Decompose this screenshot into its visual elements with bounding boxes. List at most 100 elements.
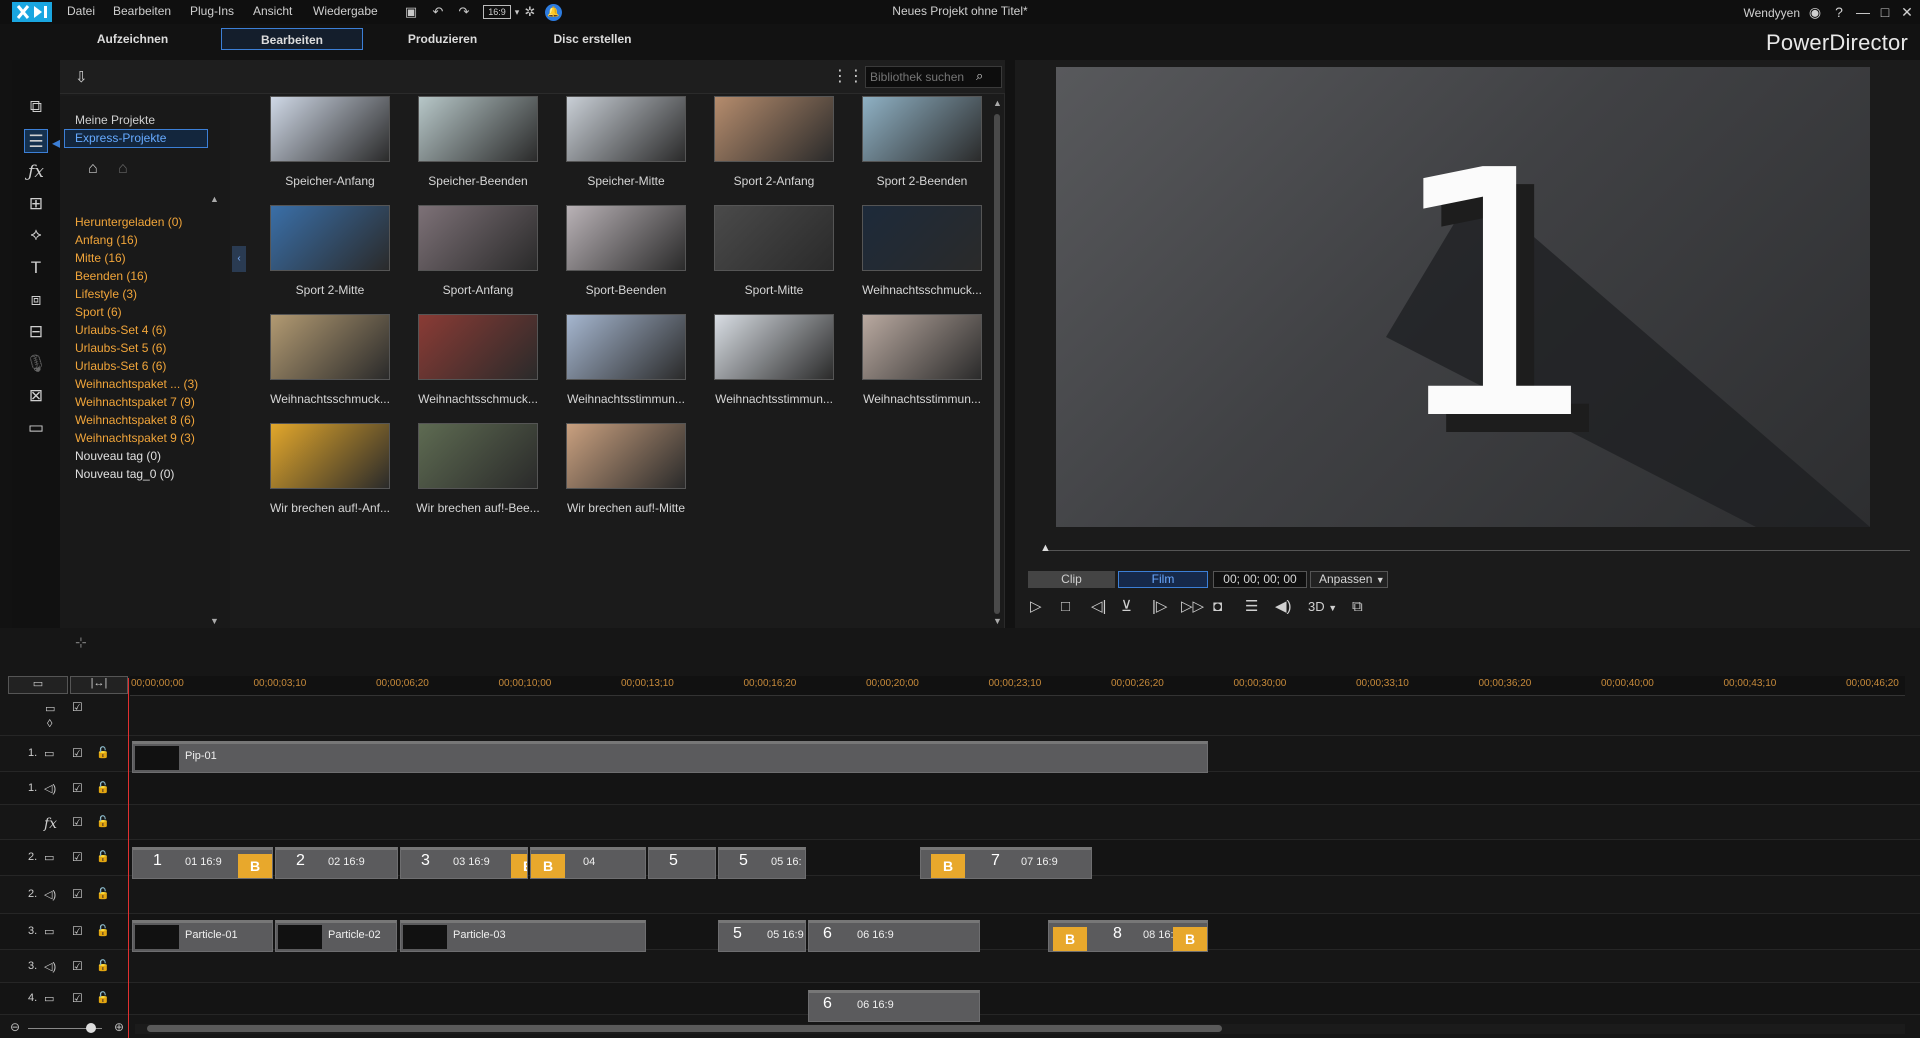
- particle-clip[interactable]: Particle-02: [275, 920, 397, 952]
- save-icon[interactable]: ▣: [403, 4, 419, 20]
- track-enable-checkbox[interactable]: ☑: [72, 781, 83, 795]
- tag-item[interactable]: Sport (6): [75, 305, 122, 319]
- undo-icon[interactable]: ↶: [430, 4, 446, 20]
- library-item[interactable]: Sport 2-Beenden: [850, 96, 994, 201]
- tree-scroll-up-icon[interactable]: ▲: [210, 194, 219, 204]
- tag-item[interactable]: Beenden (16): [75, 269, 148, 283]
- timeline-clip[interactable]: 7 07 16:9 B: [920, 847, 1092, 879]
- tab-bearbeiten[interactable]: Bearbeiten: [221, 28, 363, 50]
- particle-clip[interactable]: Particle-03: [400, 920, 646, 952]
- fit-timeline-icon[interactable]: |↔|: [70, 676, 128, 694]
- marker-icon[interactable]: ◊: [47, 718, 52, 730]
- tag-item[interactable]: Mitte (16): [75, 251, 126, 265]
- lock-icon[interactable]: 🔓: [96, 959, 110, 972]
- particle-room-icon[interactable]: ⟡: [24, 223, 48, 247]
- mode-3d-button[interactable]: 3D ▼: [1308, 598, 1337, 616]
- tag-item[interactable]: Weihnachtspaket 9 (3): [75, 431, 195, 445]
- library-item[interactable]: Weihnachtsschmuck...: [406, 314, 550, 419]
- timeline-clip[interactable]: 5: [648, 847, 716, 879]
- volume-icon[interactable]: ◀): [1275, 598, 1292, 616]
- library-item[interactable]: Wir brechen auf!-Anf...: [258, 423, 402, 528]
- minimize-icon[interactable]: —: [1854, 3, 1872, 21]
- track-enable-checkbox[interactable]: ☑: [72, 887, 83, 901]
- timecode-display[interactable]: 00; 00; 00; 00: [1213, 571, 1307, 588]
- storyboard-toggle-icon[interactable]: ▭: [8, 676, 68, 694]
- track-enable-checkbox[interactable]: ☑: [72, 959, 83, 973]
- tag-item[interactable]: Nouveau tag_0 (0): [75, 467, 174, 481]
- track-enable-checkbox[interactable]: ☑: [72, 991, 83, 1005]
- library-item[interactable]: Sport 2-Mitte: [258, 205, 402, 310]
- title-room-icon[interactable]: T: [24, 256, 48, 280]
- express-project-icon[interactable]: ☰: [24, 129, 48, 153]
- lock-icon[interactable]: 🔓: [96, 887, 110, 900]
- lock-icon[interactable]: 🔓: [96, 781, 110, 794]
- library-item[interactable]: Weihnachtsstimmun...: [702, 314, 846, 419]
- undock-icon[interactable]: ⧉: [1352, 598, 1363, 616]
- tag-item[interactable]: Weihnachtspaket 7 (9): [75, 395, 195, 409]
- tab-produzieren[interactable]: Produzieren: [380, 28, 505, 50]
- tag-item[interactable]: Heruntergeladen (0): [75, 215, 182, 229]
- microphone-icon[interactable]: 🎙: [24, 352, 48, 376]
- timeline-split-handle-icon[interactable]: ⊹: [75, 634, 87, 651]
- snapshot-icon[interactable]: ◘: [1213, 598, 1222, 616]
- lock-icon[interactable]: 🔓: [96, 746, 110, 759]
- library-item[interactable]: Weihnachtsstimmun...: [850, 314, 994, 419]
- add-tag-icon[interactable]: ⌂: [88, 160, 98, 178]
- timeline-scrollbar[interactable]: [135, 1024, 1905, 1034]
- import-icon[interactable]: ⇩: [75, 68, 88, 86]
- lock-icon[interactable]: 🔓: [96, 850, 110, 863]
- track-enable-checkbox[interactable]: ☑: [72, 924, 83, 938]
- stop-icon[interactable]: □: [1061, 598, 1070, 616]
- tab-film[interactable]: Film: [1118, 571, 1208, 588]
- tree-item-meine-projekte[interactable]: Meine Projekte: [75, 113, 225, 127]
- tag-item[interactable]: Anfang (16): [75, 233, 138, 247]
- lock-icon[interactable]: 🔓: [96, 924, 110, 937]
- library-item[interactable]: Weihnachtsschmuck...: [850, 205, 994, 310]
- playhead[interactable]: [128, 678, 129, 1038]
- timeline-clip[interactable]: 3 03 16:9 B: [400, 847, 528, 879]
- help-icon[interactable]: ?: [1830, 3, 1848, 21]
- notification-icon[interactable]: 🔔: [545, 4, 562, 21]
- tab-clip[interactable]: Clip: [1028, 571, 1115, 588]
- library-item[interactable]: Sport 2-Anfang: [702, 96, 846, 201]
- library-item[interactable]: Speicher-Beenden: [406, 96, 550, 201]
- library-item[interactable]: Sport-Mitte: [702, 205, 846, 310]
- library-item[interactable]: Speicher-Mitte: [554, 96, 698, 201]
- tag-item[interactable]: Urlaubs-Set 5 (6): [75, 341, 166, 355]
- tree-item-express-projekte[interactable]: Express-Projekte: [64, 129, 208, 148]
- fast-forward-icon[interactable]: ▷▷: [1181, 598, 1204, 616]
- library-item[interactable]: Weihnachtsschmuck...: [258, 314, 402, 419]
- tag-item[interactable]: Weihnachtspaket ... (3): [75, 377, 198, 391]
- menu-plug-ins[interactable]: Plug-Ins: [190, 4, 234, 18]
- subtitle-room-icon[interactable]: ▭: [24, 416, 48, 440]
- audio-mixing-icon[interactable]: ⊟: [24, 320, 48, 344]
- fit-dropdown[interactable]: Anpassen ▼: [1310, 571, 1388, 588]
- timeline-clip[interactable]: 5 05 16:9: [718, 920, 806, 952]
- previous-frame-icon[interactable]: ◁|: [1091, 598, 1106, 616]
- grid-view-icon[interactable]: ⋮⋮: [832, 66, 864, 86]
- track-enable-checkbox[interactable]: ☑: [72, 815, 83, 829]
- close-icon[interactable]: ✕: [1898, 3, 1916, 21]
- library-scrollbar[interactable]: ▲ ▼: [992, 98, 1002, 626]
- checkbox-icon[interactable]: ☑: [72, 700, 83, 714]
- tag-item[interactable]: Urlaubs-Set 6 (6): [75, 359, 166, 373]
- lock-icon[interactable]: 🔓: [96, 815, 110, 828]
- tab-disc-erstellen[interactable]: Disc erstellen: [530, 28, 655, 50]
- search-icon[interactable]: ⌕: [976, 68, 983, 84]
- tag-item[interactable]: Weihnachtspaket 8 (6): [75, 413, 195, 427]
- menu-datei[interactable]: Datei: [67, 4, 95, 18]
- play-icon[interactable]: ▷: [1030, 598, 1042, 616]
- track-enable-checkbox[interactable]: ☑: [72, 746, 83, 760]
- split-icon[interactable]: ⊻: [1121, 598, 1132, 616]
- timeline-clip[interactable]: 8 08 16: B B: [1048, 920, 1208, 952]
- tag-item[interactable]: Lifestyle (3): [75, 287, 137, 301]
- subtitle-icon[interactable]: ☰: [1245, 598, 1258, 616]
- library-item[interactable]: Sport-Anfang: [406, 205, 550, 310]
- tag-item[interactable]: Urlaubs-Set 4 (6): [75, 323, 166, 337]
- preview-viewer[interactable]: 1: [1056, 67, 1870, 527]
- timeline-clip[interactable]: 6 06 16:9: [808, 920, 980, 952]
- library-item[interactable]: Sport-Beenden: [554, 205, 698, 310]
- library-item[interactable]: Wir brechen auf!-Bee...: [406, 423, 550, 528]
- storyboard-icon[interactable]: ▭: [45, 702, 55, 715]
- preview-scrubber[interactable]: [1045, 550, 1910, 551]
